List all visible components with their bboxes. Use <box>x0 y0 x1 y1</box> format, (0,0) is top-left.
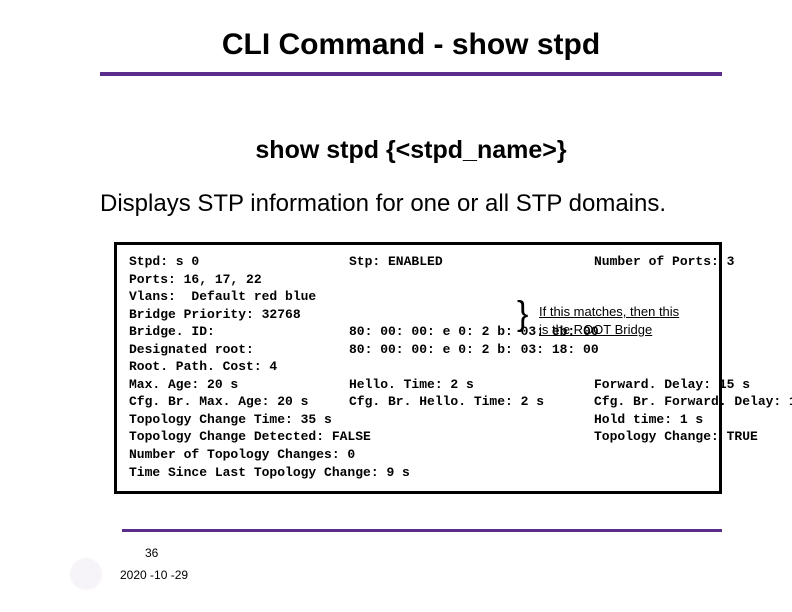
code-line: Cfg. Br. Hello. Time: 2 s <box>349 393 594 411</box>
brace-icon: } <box>517 297 528 331</box>
callout-line: is the ROOT Bridge <box>539 322 652 337</box>
code-line: Topology Change Detected: FALSE <box>129 428 594 446</box>
code-line: Stp: ENABLED <box>349 253 594 271</box>
code-line: Ports: 16, 17, 22 <box>129 271 707 289</box>
subtitle: show stpd {<stpd_name>} <box>100 136 722 165</box>
code-line: Cfg. Br. Max. Age: 20 s <box>129 393 349 411</box>
slide-date: 2020 -10 -29 <box>120 568 188 582</box>
code-line: Number of Topology Changes: 0 <box>129 446 707 464</box>
code-output-box: Stpd: s 0Stp: ENABLEDNumber of Ports: 3 … <box>114 242 722 494</box>
code-line: Stpd: s 0 <box>129 253 349 271</box>
code-line: Max. Age: 20 s <box>129 376 349 394</box>
callout-line: If this matches, then this <box>539 304 679 319</box>
code-line: Topology Change Time: 35 s <box>129 411 594 429</box>
code-line: Bridge. ID: <box>129 323 349 341</box>
code-line: Time Since Last Topology Change: 9 s <box>129 464 707 482</box>
slide-number: 36 <box>145 546 158 560</box>
code-line: Root. Path. Cost: 4 <box>129 358 707 376</box>
footer-rule <box>122 529 722 532</box>
code-line: Cfg. Br. Forward. Delay: 15 s <box>594 394 792 409</box>
title-rule <box>100 72 722 76</box>
code-line: Hold time: 1 s <box>594 412 703 427</box>
code-line: Number of Ports: 3 <box>594 254 734 269</box>
code-line: Hello. Time: 2 s <box>349 376 594 394</box>
code-line: Designated root: <box>129 341 349 359</box>
decorative-dot <box>70 558 102 590</box>
code-line: 80: 00: 00: e 0: 2 b: 03: 18: 00 <box>349 341 594 359</box>
code-line: Topology Change: TRUE <box>594 429 758 444</box>
callout-annotation: } If this matches, then this is the ROOT… <box>535 303 711 338</box>
description-text: Displays STP information for one or all … <box>100 190 722 218</box>
code-line: Forward. Delay: 15 s <box>594 377 750 392</box>
page-title: CLI Command - show stpd <box>100 28 722 62</box>
